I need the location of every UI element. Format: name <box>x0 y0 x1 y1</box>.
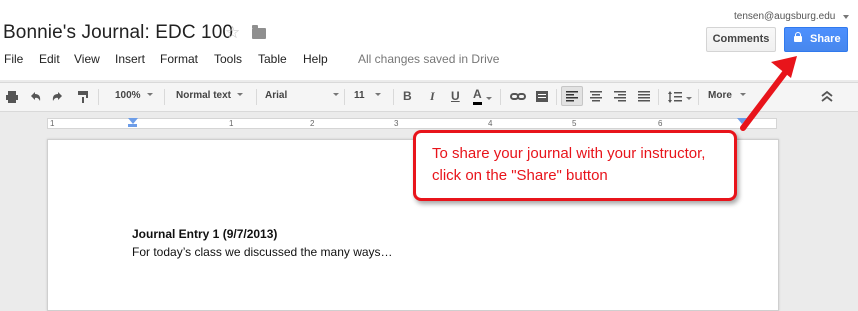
annotation-arrow <box>740 56 797 131</box>
